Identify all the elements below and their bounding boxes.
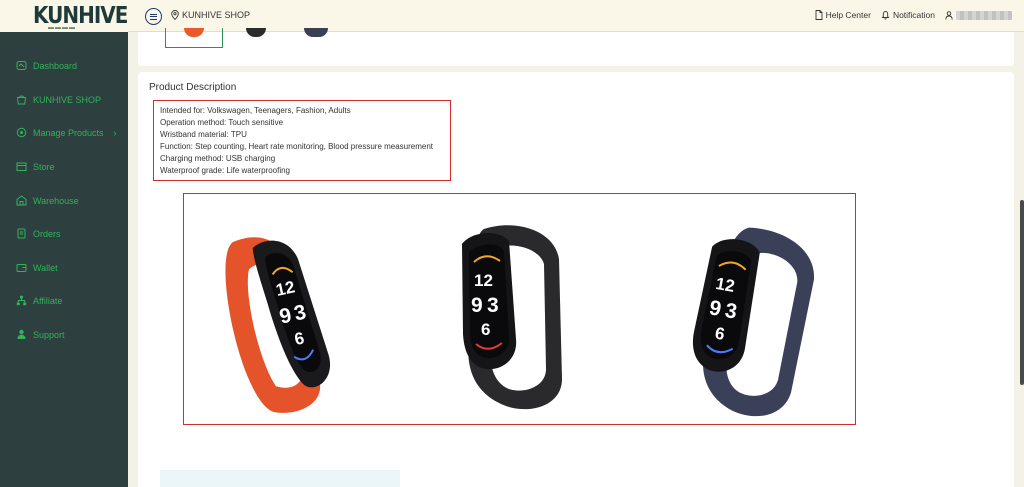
user-icon <box>945 10 953 20</box>
orange-smart-band: 12 9 3 6 <box>225 237 331 413</box>
shop-location[interactable]: KUNHIVE SHOP <box>171 10 250 20</box>
sidebar-item-affiliate[interactable]: Affiliate <box>16 295 62 306</box>
sidebar-item-label: Support <box>33 329 65 340</box>
sidebar-item-wallet[interactable]: Wallet <box>16 262 58 273</box>
sidebar-item-label: Warehouse <box>33 195 79 206</box>
shop-name: KUNHIVE SHOP <box>182 10 251 20</box>
affiliate-icon <box>16 295 27 306</box>
thumbnail-black-band[interactable] <box>228 28 286 48</box>
sidebar-item-warehouse[interactable]: Warehouse <box>16 195 79 206</box>
notification-link[interactable]: Notification <box>881 10 935 20</box>
sidebar: Dashboard KUNHIVE SHOP Manage Products ›… <box>0 32 128 487</box>
support-icon <box>17 329 26 339</box>
help-center-link[interactable]: Help Center <box>815 10 871 20</box>
spec-line: Wristband material: TPU <box>160 130 247 139</box>
page-scrollbar[interactable] <box>1020 200 1024 385</box>
orders-icon <box>17 228 26 239</box>
brand-logo-tagline: ▬▬▬▬ <box>48 25 76 31</box>
watch-face-hour: 12 <box>274 277 296 300</box>
location-pin-icon <box>171 10 179 20</box>
spec-line: Intended for: Volkswagen, Teenagers, Fas… <box>160 106 351 115</box>
thumbnail-orange-band[interactable] <box>165 28 223 48</box>
store-icon <box>16 162 27 171</box>
watch-face-hour: 12 <box>474 271 493 290</box>
spec-line: Waterproof grade: Life waterproofing <box>160 166 290 175</box>
redacted-username <box>956 10 1012 20</box>
sidebar-item-label: Dashboard <box>33 60 78 71</box>
sidebar-item-orders[interactable]: Orders <box>16 228 61 239</box>
sidebar-item-kunhive-shop[interactable]: KUNHIVE SHOP <box>16 94 101 105</box>
product-specs-box: Intended for: Volkswagen, Teenagers, Fas… <box>153 100 451 181</box>
product-gallery-panel <box>138 28 1014 66</box>
menu-toggle-button[interactable] <box>145 8 162 25</box>
notification-label: Notification <box>892 10 935 20</box>
watch-face-three: 3 <box>487 294 499 317</box>
watch-face-six: 6 <box>481 320 490 339</box>
top-header: KUNHIVE ▬▬▬▬ KUNHIVE SHOP Help Center No… <box>0 0 1024 32</box>
hamburger-icon <box>150 13 157 20</box>
sidebar-item-label: Manage Products <box>33 127 104 138</box>
sidebar-item-label: Orders <box>33 228 61 239</box>
shop-bag-icon <box>16 95 27 105</box>
sidebar-item-dashboard[interactable]: Dashboard <box>16 60 77 71</box>
user-menu[interactable] <box>945 10 1012 20</box>
content-strip <box>160 470 400 487</box>
warehouse-icon <box>16 195 27 206</box>
thumbnail-navy-band[interactable] <box>288 28 346 48</box>
sidebar-item-manage-products[interactable]: Manage Products › <box>16 127 117 138</box>
logo-area[interactable]: KUNHIVE ▬▬▬▬ <box>0 0 128 32</box>
watch-face-hour: 12 <box>714 274 736 296</box>
dashboard-icon <box>16 61 27 70</box>
bell-icon <box>881 11 890 20</box>
wallet-icon <box>16 264 27 272</box>
sidebar-item-label: Affiliate <box>33 295 63 306</box>
spec-line: Charging method: USB charging <box>160 154 276 163</box>
product-description-title: Product Description <box>149 82 237 93</box>
sidebar-item-label: Wallet <box>33 262 58 273</box>
spec-line: Function: Step counting, Heart rate moni… <box>160 142 434 151</box>
header-actions: Help Center Notification <box>815 10 1012 20</box>
smart-band-product-image: 12 9 3 6 12 9 3 6 12 9 3 6 <box>225 225 814 417</box>
sidebar-item-label: Store <box>33 161 55 172</box>
product-description-panel: Product Description Intended for: Volksw… <box>138 72 1014 487</box>
sidebar-item-label: KUNHIVE SHOP <box>33 94 102 105</box>
document-icon <box>815 10 823 20</box>
black-smart-band: 12 9 3 6 <box>462 225 562 410</box>
spec-line: Operation method: Touch sensitive <box>160 118 284 127</box>
watch-face-nine: 9 <box>471 294 483 317</box>
sidebar-item-store[interactable]: Store <box>16 161 55 172</box>
products-icon <box>16 127 27 138</box>
chevron-right-icon: › <box>113 127 117 138</box>
sidebar-item-support[interactable]: Support <box>16 329 65 340</box>
help-center-label: Help Center <box>825 10 871 20</box>
navy-smart-band: 12 9 3 6 <box>692 227 814 417</box>
product-image-box: 12 9 3 6 12 9 3 6 12 9 3 6 <box>183 193 856 425</box>
